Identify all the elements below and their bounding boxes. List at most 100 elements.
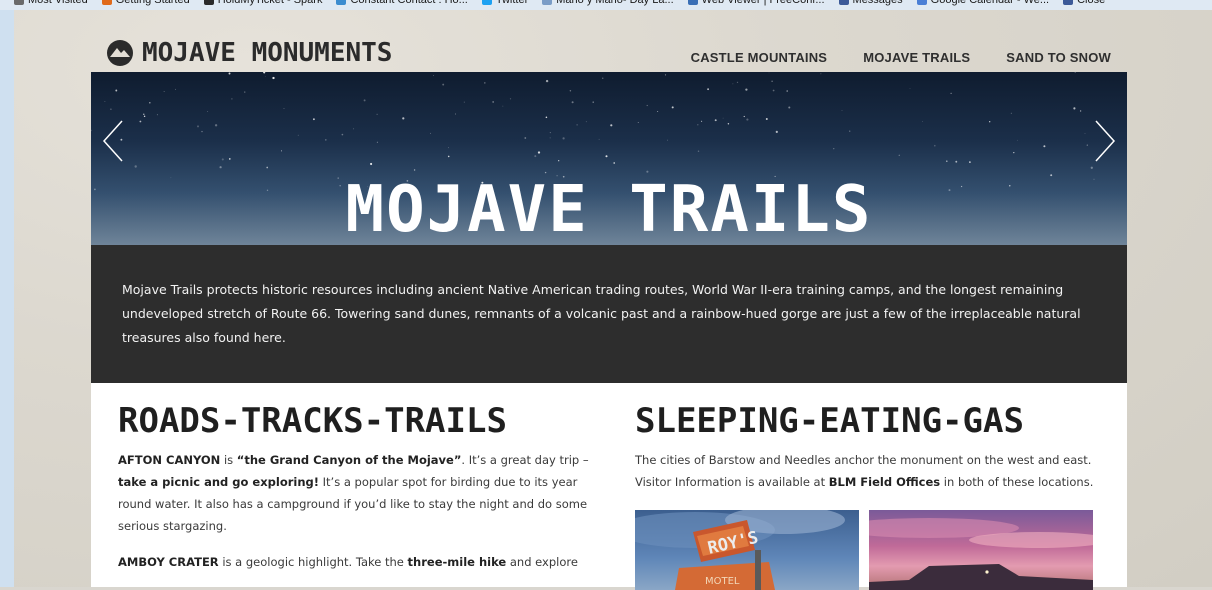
star-dot	[91, 129, 92, 132]
bookmark-label: Web Viewer | FreeConf...	[701, 0, 825, 6]
bookmark-item[interactable]: Close	[1063, 0, 1105, 6]
hero-title: MOJAVE TRAILS	[345, 173, 873, 245]
bookmark-item[interactable]: Getting Started	[101, 0, 190, 6]
star-dot	[312, 118, 315, 121]
star-dot	[788, 106, 791, 109]
bookmark-item[interactable]: Web Viewer | FreeConf...	[687, 0, 825, 6]
star-dot	[231, 98, 233, 100]
star-dot	[746, 118, 749, 121]
bookmark-label: HoldMyTicket - Spark	[217, 0, 323, 6]
star-dot	[134, 165, 137, 168]
nav-sand-to-snow[interactable]: SAND TO SNOW	[1006, 50, 1111, 65]
star-dot	[934, 144, 936, 147]
star-dot	[1043, 145, 1046, 148]
amboy-crater-photo[interactable]	[869, 510, 1093, 590]
star-dot	[433, 74, 434, 76]
star-dot	[772, 89, 775, 92]
text-run: is	[220, 453, 237, 467]
hero-description: Mojave Trails protects historic resource…	[122, 282, 1081, 345]
bookmark-item[interactable]: Twitter	[481, 0, 528, 6]
star-dot	[1086, 144, 1088, 146]
star-dot	[786, 90, 788, 92]
crater-landscape-image	[869, 518, 1093, 590]
star-dot	[569, 90, 572, 92]
star-dot	[701, 120, 703, 122]
bookmark-item[interactable]: Constant Contact : Ho...	[336, 0, 468, 6]
bold-text: BLM Field Offices	[828, 475, 941, 489]
star-dot	[272, 76, 275, 80]
star-dot	[562, 137, 565, 140]
star-dot	[265, 76, 267, 77]
star-dot	[898, 154, 900, 156]
star-dot	[363, 99, 366, 102]
star-dot	[745, 88, 748, 91]
star-dot	[413, 169, 416, 171]
star-dot	[221, 158, 224, 161]
hero-slider: MOJAVE TRAILS	[91, 72, 1127, 245]
site-logo-text: MOJAVE MONUMENTS	[142, 38, 393, 68]
star-dot	[228, 72, 231, 75]
star-dot	[646, 104, 648, 107]
star-dot	[442, 83, 445, 86]
facebook-icon	[838, 0, 849, 5]
star-dot	[545, 116, 548, 119]
bookmark-item[interactable]: Messages	[838, 0, 903, 6]
mountain-logo-icon	[107, 40, 133, 66]
star-dot	[697, 150, 700, 153]
star-icon	[14, 0, 24, 5]
star-dot	[534, 155, 537, 158]
star-dot	[324, 139, 327, 141]
sleeping-section: SLEEPING-EATING-GAS The cities of Barsto…	[635, 383, 1105, 590]
chevron-right-icon[interactable]	[1094, 119, 1116, 163]
star-dot	[143, 113, 145, 115]
cities-paragraph: The cities of Barstow and Needles anchor…	[635, 449, 1105, 493]
hero-description-box: Mojave Trails protects historic resource…	[91, 245, 1127, 383]
roys-motel-photo[interactable]: ROY'S MOTEL	[635, 510, 859, 590]
star-dot	[602, 77, 604, 79]
star-dot	[610, 124, 613, 127]
chevron-left-icon[interactable]	[102, 119, 124, 163]
firefox-icon	[101, 0, 112, 5]
star-dot	[946, 160, 948, 162]
star-dot	[922, 121, 923, 122]
star-dot	[727, 123, 730, 125]
star-dot	[771, 80, 773, 82]
star-dot	[592, 101, 594, 103]
nav-mojave-trails[interactable]: MOJAVE TRAILS	[863, 50, 970, 65]
star-dot	[537, 151, 541, 154]
star-dot	[820, 73, 822, 75]
star-dot	[219, 166, 222, 169]
bookmark-item[interactable]: Most Visited	[14, 0, 88, 6]
star-dot	[571, 101, 574, 104]
star-dot	[353, 128, 355, 130]
star-dot	[671, 106, 674, 109]
star-dot	[549, 137, 551, 139]
star-dot	[207, 111, 209, 112]
bookmarks-list: Most Visited Getting Started HoldMyTicket …	[14, 0, 1105, 6]
bold-text: “the Grand Canyon of the Mojave”	[236, 453, 462, 467]
roads-section: ROADS-TRACKS-TRAILS AFTON CANYON is “the…	[118, 383, 598, 587]
star-dot	[722, 117, 724, 119]
bookmark-item[interactable]: Google Calendar - We...	[916, 0, 1049, 6]
star-dot	[110, 108, 112, 111]
bookmark-label: Mano y Mano- Day La...	[556, 0, 674, 6]
star-dot	[297, 134, 299, 136]
site-logo[interactable]: MOJAVE MONUMENTS	[106, 38, 392, 68]
bookmark-item[interactable]: Mano y Mano- Day La...	[542, 0, 674, 6]
bookmark-item[interactable]: HoldMyTicket - Spark	[203, 0, 323, 6]
star-dot	[484, 82, 486, 84]
content-area: ROADS-TRACKS-TRAILS AFTON CANYON is “the…	[91, 383, 1127, 590]
browser-frame-left	[0, 10, 14, 587]
star-dot	[139, 120, 142, 123]
star-dot	[637, 122, 639, 124]
star-dot	[341, 133, 344, 136]
nav-castle-mountains[interactable]: CASTLE MOUNTAINS	[691, 50, 828, 65]
star-dot	[266, 166, 269, 169]
star-dot	[402, 117, 405, 120]
bold-text: three-mile hike	[407, 555, 507, 569]
bookmark-label: Most Visited	[28, 0, 88, 6]
star-dot	[849, 130, 851, 132]
text-run: . It’s a great day trip –	[461, 453, 589, 467]
star-dot	[657, 111, 659, 113]
bookmark-label: Constant Contact : Ho...	[350, 0, 468, 6]
